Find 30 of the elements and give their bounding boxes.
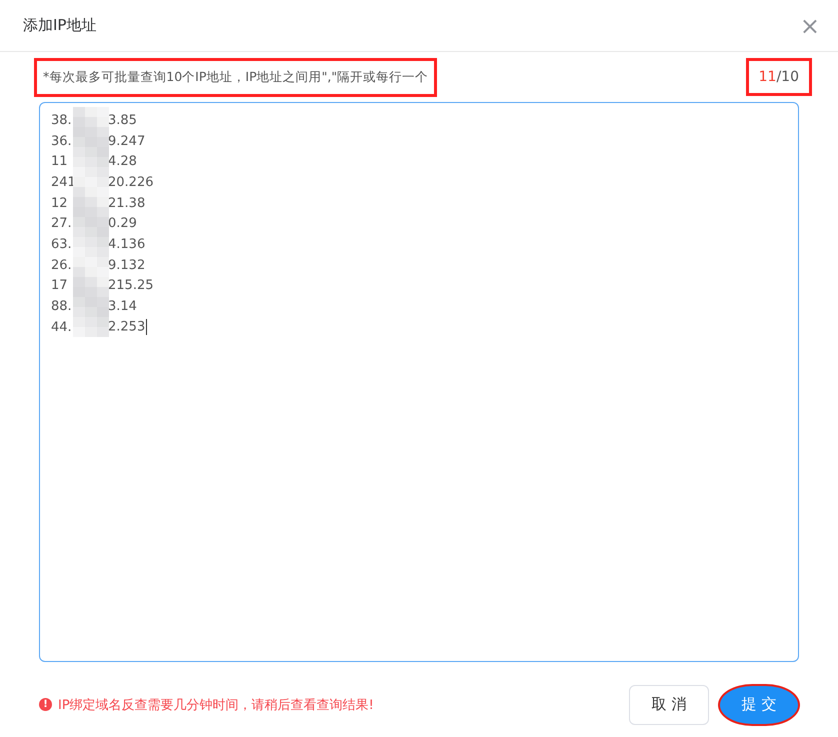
warning-icon: !	[39, 698, 52, 711]
counter: 11/10	[746, 58, 812, 96]
cancel-button[interactable]: 取 消	[629, 684, 709, 724]
ip-text: 27.	[51, 216, 73, 232]
ip-text: 20.226	[108, 174, 154, 190]
ip-text: 17	[51, 278, 69, 294]
ip-text: 88.	[51, 299, 73, 314]
hint-text: *每次最多可批量查询10个IP地址，IP地址之间用","隔开或每行一个	[34, 58, 438, 96]
text-caret	[146, 319, 148, 336]
ip-text: 3.85	[108, 112, 138, 128]
ip-text: 63.	[51, 236, 73, 252]
ip-text: 36.	[51, 134, 73, 149]
ip-text: 2.253	[108, 319, 148, 336]
ip-text: 4.136	[108, 236, 146, 252]
ip-text: 12	[51, 196, 69, 211]
ip-text: 9.132	[108, 258, 146, 273]
ip-text: 26.	[51, 258, 73, 273]
ip-textarea[interactable]: 38. 3.85 36. 9.247 11 4.28 241 20.226 12 21.38 27. 0.29 63. 4.136 26. 9.132 17 215.25 88. 3.14 44. 2.253	[39, 102, 799, 662]
dialog-title: 添加IP地址	[23, 16, 96, 35]
ip-text: 9.247	[108, 134, 146, 149]
ip-text: 11	[51, 154, 69, 170]
ip-text: 44.	[51, 320, 73, 335]
ip-text: 3.14	[108, 299, 138, 314]
warning-text: IP绑定域名反查需要几分钟时间，请稍后查看查询结果!	[58, 696, 374, 714]
ip-text: 241	[51, 174, 77, 190]
ip-text: 38.	[51, 112, 73, 128]
ip-text: 21.38	[108, 196, 146, 211]
ip-text: 4.28	[108, 154, 138, 170]
ip-text: 215.25	[108, 278, 154, 294]
ip-text: 0.29	[108, 216, 138, 232]
